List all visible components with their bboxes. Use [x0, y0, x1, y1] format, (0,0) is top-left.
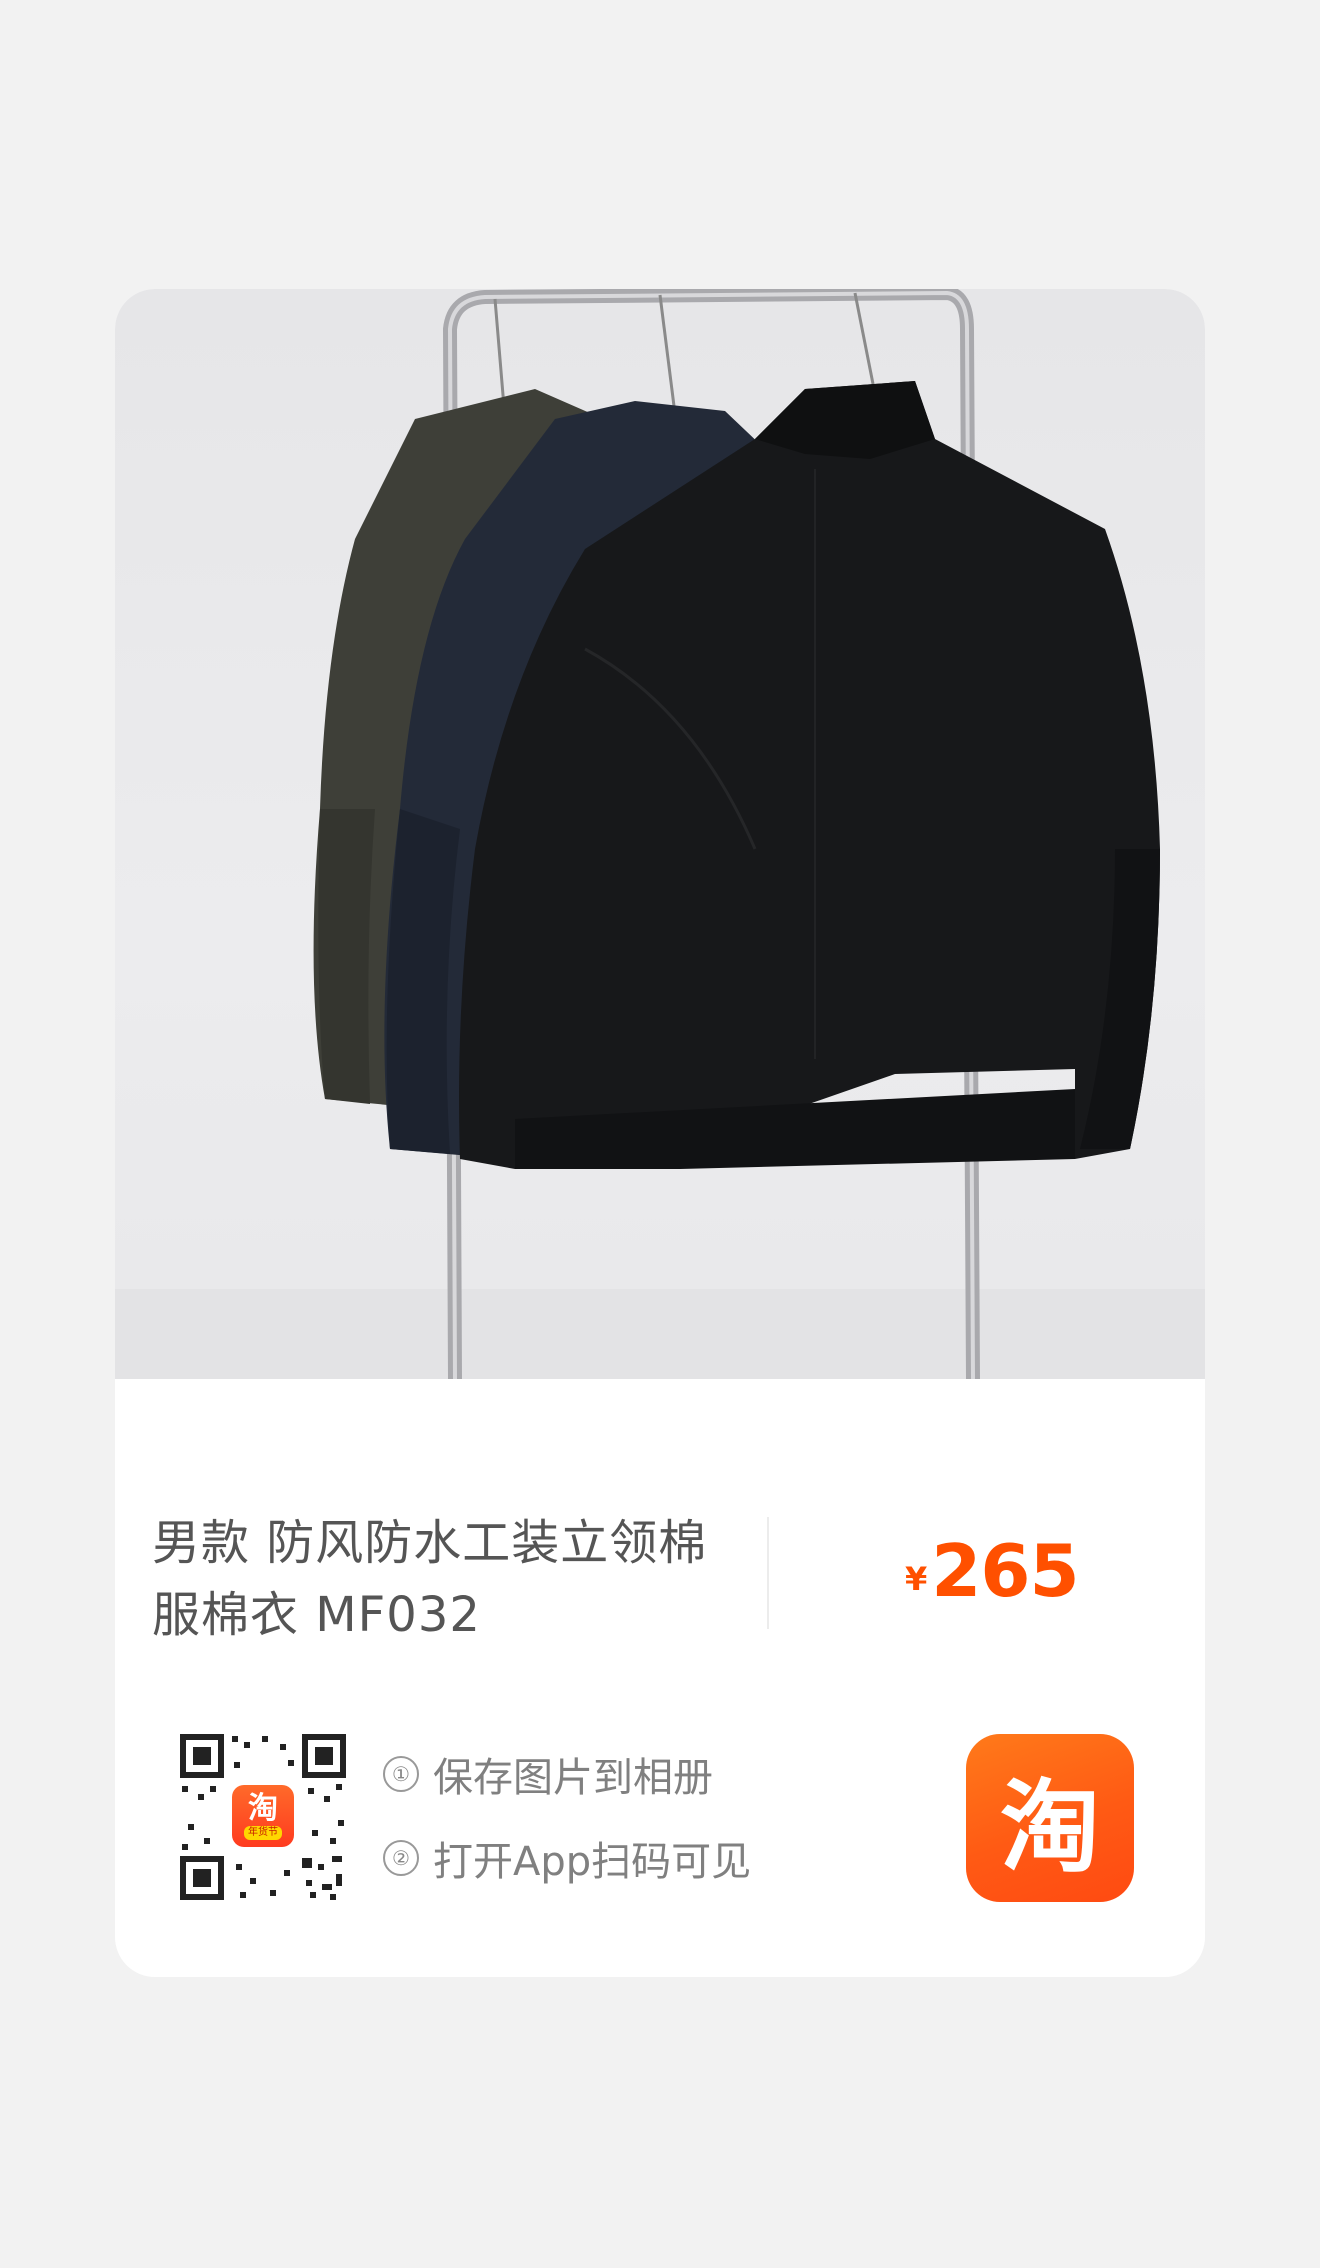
product-title: 男款 防风防水工装立领棉服棉衣 MF032 [152, 1515, 708, 1643]
taobao-badge-icon: 淘 年货节 [232, 1785, 294, 1847]
currency-symbol: ¥ [905, 1560, 928, 1598]
product-photo[interactable] [115, 289, 1205, 1379]
step-2-number: ② [383, 1840, 419, 1876]
badge-subtitle: 年货节 [244, 1825, 282, 1840]
step-1-number: ① [383, 1756, 419, 1792]
share-instructions: ① 保存图片到相册 ② 打开App扫码可见 [383, 1732, 751, 1900]
price-value: 265 [931, 1529, 1079, 1613]
instruction-step-2: ② 打开App扫码可见 [383, 1816, 751, 1900]
qr-code[interactable]: 淘 年货节 [180, 1734, 346, 1900]
jackets-on-rack-image [115, 289, 1205, 1379]
product-price: ¥265 [905, 1529, 1080, 1613]
taobao-app-icon[interactable]: 淘 [966, 1734, 1134, 1902]
divider [767, 1517, 769, 1629]
badge-glyph: 淘 [248, 1790, 278, 1826]
step-1-text: 保存图片到相册 [433, 1755, 713, 1801]
instruction-step-1: ① 保存图片到相册 [383, 1732, 751, 1816]
step-2-text: 打开App扫码可见 [433, 1839, 752, 1885]
product-share-card: 男款 防风防水工装立领棉服棉衣 MF032 ¥265 淘 年货节 ① 保存图片到… [115, 289, 1205, 1977]
product-info: 男款 防风防水工装立领棉服棉衣 MF032 ¥265 淘 年货节 ① 保存图片到… [115, 1379, 1205, 1977]
